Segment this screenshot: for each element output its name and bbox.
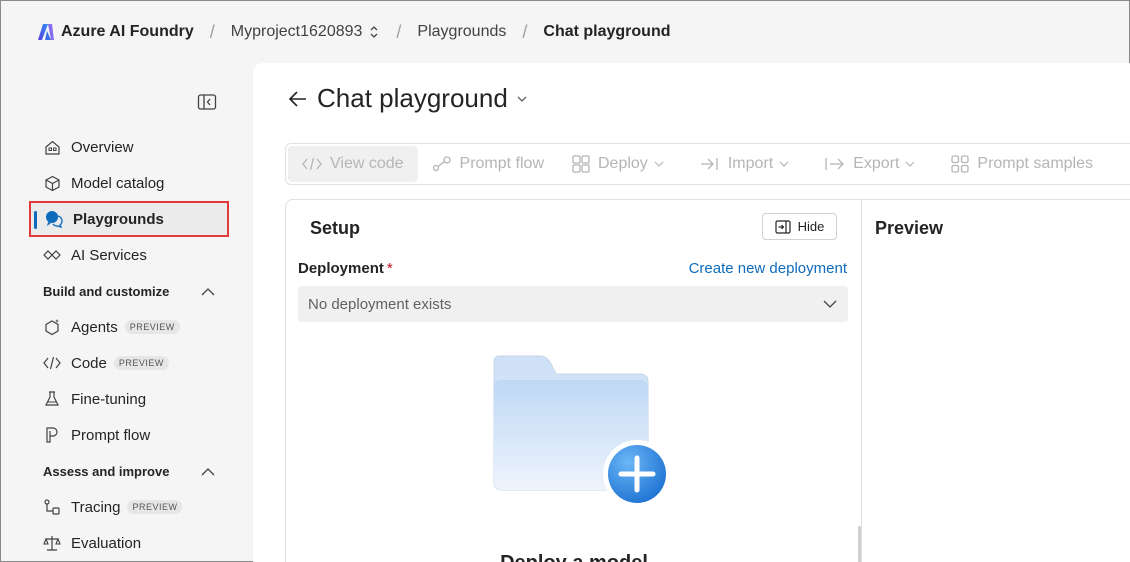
chevron-down-icon (905, 161, 915, 167)
hide-label: Hide (797, 219, 825, 234)
deploy-button[interactable]: Deploy (558, 146, 686, 182)
export-arrow-icon (825, 158, 845, 170)
ai-services-icon (43, 246, 61, 264)
export-label: Export (853, 155, 900, 172)
sidebar-item-label: Model catalog (71, 174, 165, 192)
collapse-panel-icon (775, 219, 791, 234)
preview-badge: PREVIEW (113, 356, 169, 370)
setup-title: Setup (310, 218, 361, 238)
preview-panel: Preview (861, 199, 1130, 562)
deploy-label: Deploy (598, 155, 648, 172)
sidebar-item-label: Overview (71, 138, 134, 156)
sidebar-item-label: Prompt flow (71, 426, 151, 444)
brand[interactable]: Azure AI Foundry (37, 23, 194, 41)
chevron-down-icon[interactable] (516, 93, 528, 105)
prompt-flow-icon (43, 426, 61, 444)
breadcrumb-project[interactable]: Myproject1620893 (231, 23, 381, 41)
deployment-label: Deployment * (298, 260, 393, 277)
section-title: Assess and improve (43, 463, 170, 479)
chevron-up-down-icon (370, 26, 378, 38)
sidebar-item-code[interactable]: Code PREVIEW (29, 345, 229, 381)
section-build-and-customize[interactable]: Build and customize (29, 273, 229, 309)
brand-name: Azure AI Foundry (61, 23, 194, 40)
breadcrumb-separator: / (396, 21, 402, 42)
sidebar-item-model-catalog[interactable]: Model catalog (29, 165, 229, 201)
preview-title: Preview (875, 218, 944, 238)
tracing-icon (43, 498, 61, 516)
scales-icon (43, 534, 61, 552)
azure-ai-foundry-logo-icon (38, 24, 54, 40)
sidebar-item-label: Fine-tuning (71, 390, 147, 408)
deployment-select-value: No deployment exists (308, 295, 452, 313)
sidebar-item-label: Playgrounds (73, 210, 164, 228)
chevron-down-icon (779, 161, 789, 167)
prompt-flow-label: Prompt flow (459, 155, 544, 172)
code-icon (43, 354, 61, 372)
required-marker: * (386, 260, 393, 277)
breadcrumb-separator: / (522, 21, 528, 42)
sidebar-item-label: Agents (71, 318, 118, 336)
sidebar-item-ai-services[interactable]: AI Services (29, 237, 229, 273)
sidebar-item-tracing[interactable]: Tracing PREVIEW (29, 489, 229, 525)
breadcrumb-separator: / (209, 21, 215, 42)
breadcrumb-playgrounds[interactable]: Playgrounds (417, 23, 506, 41)
prompt-flow-button[interactable]: Prompt flow (418, 146, 558, 182)
sidebar-nav: Overview Model catalog Playgrounds AI Se… (29, 129, 229, 561)
page-title: Chat playground (317, 83, 508, 113)
sidebar-item-prompt-flow[interactable]: Prompt flow (29, 417, 229, 453)
flow-nodes-icon (432, 156, 451, 172)
top-bar: Azure AI Foundry / Myproject1620893 / Pl… (1, 1, 1130, 63)
import-label: Import (727, 155, 774, 172)
sidebar-item-label: Code (71, 354, 107, 372)
preview-badge: PREVIEW (127, 500, 183, 514)
chevron-down-icon (654, 161, 664, 167)
sidebar-item-fine-tuning[interactable]: Fine-tuning (29, 381, 229, 417)
import-arrow-icon (700, 158, 718, 170)
project-name: Myproject1620893 (230, 23, 363, 40)
toolbar: View code Prompt flow Deploy Import Expo… (285, 143, 1130, 185)
deployment-select[interactable]: No deployment exists (298, 286, 848, 322)
prompt-samples-label: Prompt samples (977, 155, 1093, 172)
sidebar-item-label: Evaluation (71, 534, 142, 552)
chevron-down-icon (823, 300, 837, 308)
deploy-cubes-icon (572, 155, 590, 173)
home-icon (43, 138, 61, 156)
back-arrow-icon[interactable] (287, 88, 309, 110)
folder-add-illustration-icon (493, 355, 671, 508)
export-button[interactable]: Export (811, 146, 937, 182)
sidebar-item-overview[interactable]: Overview (29, 129, 229, 165)
chevron-up-icon (201, 287, 215, 295)
view-code-label: View code (330, 155, 404, 172)
view-code-button[interactable]: View code (288, 146, 418, 182)
setup-panel: Setup Hide Deployment * Create new deploy… (285, 199, 861, 562)
prompt-samples-button[interactable]: Prompt samples (937, 146, 1107, 182)
flask-icon (43, 390, 61, 408)
preview-badge: PREVIEW (124, 320, 180, 334)
cube-icon (43, 174, 61, 192)
sidebar: Overview Model catalog Playgrounds AI Se… (1, 63, 251, 562)
title-row: Chat playground (287, 83, 528, 114)
code-icon (302, 157, 322, 171)
chat-bubbles-icon (45, 210, 63, 228)
breadcrumb-current: Chat playground (543, 23, 671, 40)
hide-button[interactable]: Hide (762, 213, 837, 240)
grid-icon (951, 155, 970, 173)
sidebar-item-label: Tracing (71, 498, 121, 516)
sidebar-item-evaluation[interactable]: Evaluation (29, 525, 229, 561)
collapse-sidebar-icon[interactable] (197, 93, 217, 111)
section-title: Build and customize (43, 283, 170, 299)
sidebar-item-agents[interactable]: Agents PREVIEW (29, 309, 229, 345)
section-assess-and-improve[interactable]: Assess and improve (29, 453, 229, 489)
main-panel: Chat playground View code Prompt flow De… (253, 63, 1130, 562)
chevron-up-icon (201, 467, 215, 475)
create-new-deployment-link[interactable]: Create new deployment (689, 260, 847, 277)
sidebar-item-playgrounds[interactable]: Playgrounds (29, 201, 229, 237)
deployment-label-text: Deployment (298, 260, 384, 277)
agents-icon (43, 318, 61, 336)
sidebar-item-label: AI Services (71, 246, 147, 264)
import-button[interactable]: Import (686, 146, 811, 182)
empty-state-title: Deploy a model (286, 552, 862, 562)
